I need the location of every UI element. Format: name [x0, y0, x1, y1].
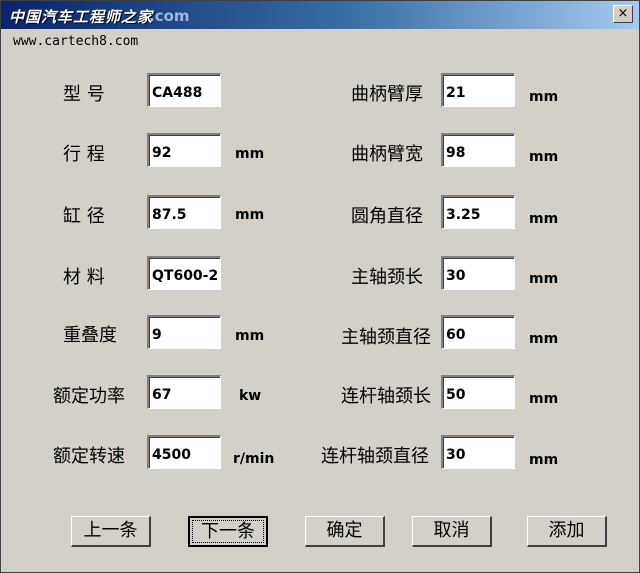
model-field[interactable]: [147, 73, 221, 107]
label-fillet-diameter: 圆角直径: [351, 206, 423, 227]
rated-speed-field[interactable]: [147, 435, 221, 469]
label-material: 材 料: [63, 267, 105, 288]
crankpin-diameter-field[interactable]: [441, 435, 515, 469]
rated-speed-unit: r/min: [233, 451, 275, 467]
fillet-diameter-field[interactable]: [441, 195, 515, 229]
rated-power-unit: kw: [239, 388, 262, 404]
crankpin-length-unit: mm: [529, 391, 559, 407]
close-button[interactable]: ×: [613, 5, 633, 23]
bore-field[interactable]: [147, 195, 221, 229]
crankpin-diameter-unit: mm: [529, 452, 559, 468]
title-bar[interactable]: 中国汽车工程师之家 .com ×: [1, 1, 639, 29]
label-bore: 缸 径: [63, 206, 105, 227]
label-crank-web-width: 曲柄臂宽: [351, 144, 423, 165]
crank-web-thickness-unit: mm: [529, 89, 559, 105]
fillet-diameter-unit: mm: [529, 211, 559, 227]
window-title: 中国汽车工程师之家: [9, 8, 154, 26]
next-record-button[interactable]: 下一条: [188, 516, 268, 547]
label-model: 型 号: [63, 84, 105, 105]
overlap-field[interactable]: [147, 315, 221, 349]
label-overlap: 重叠度: [63, 325, 117, 346]
crank-web-width-unit: mm: [529, 149, 559, 165]
material-field[interactable]: [147, 256, 221, 290]
label-crank-web-thickness: 曲柄臂厚: [351, 84, 423, 105]
main-journal-diameter-field[interactable]: [441, 315, 515, 349]
stroke-unit: mm: [235, 146, 265, 162]
ok-button[interactable]: 确定: [305, 516, 385, 547]
label-rated-speed: 额定转速: [53, 446, 125, 467]
crank-web-thickness-field[interactable]: [441, 73, 515, 107]
label-main-journal-diameter: 主轴颈直径: [341, 327, 431, 348]
website-url: www.cartech8.com: [13, 34, 139, 49]
stroke-field[interactable]: [147, 133, 221, 167]
crank-web-width-field[interactable]: [441, 133, 515, 167]
rated-power-field[interactable]: [147, 375, 221, 409]
bore-unit: mm: [235, 207, 265, 223]
main-journal-diameter-unit: mm: [529, 331, 559, 347]
cancel-button[interactable]: 取消: [412, 516, 492, 547]
label-main-journal-length: 主轴颈长: [351, 267, 423, 288]
title-watermark: .com: [149, 7, 190, 25]
dialog-window: 中国汽车工程师之家 .com × www.cartech8.com 型 号 行 …: [0, 0, 640, 573]
crankpin-length-field[interactable]: [441, 375, 515, 409]
label-crankpin-diameter: 连杆轴颈直径: [321, 446, 429, 467]
prev-record-button[interactable]: 上一条: [71, 516, 151, 547]
label-rated-power: 额定功率: [53, 386, 125, 407]
add-button[interactable]: 添加: [527, 516, 607, 547]
overlap-unit: mm: [235, 328, 265, 344]
main-journal-length-field[interactable]: [441, 256, 515, 290]
label-crankpin-length: 连杆轴颈长: [341, 386, 431, 407]
label-stroke: 行 程: [63, 144, 105, 165]
main-journal-length-unit: mm: [529, 271, 559, 287]
